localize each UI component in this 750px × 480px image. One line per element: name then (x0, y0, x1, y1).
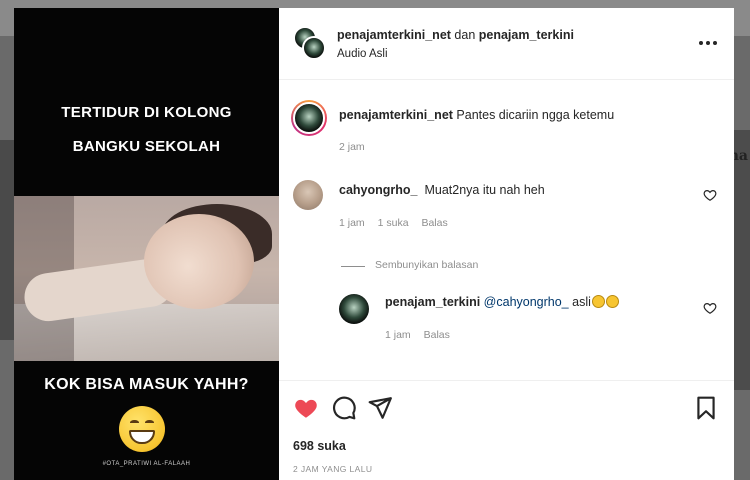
coauthor-link[interactable]: penajam_terkini (479, 28, 574, 42)
caption-username[interactable]: penajamterkini_net (339, 108, 453, 122)
reply-meta: 1 jam Balas (385, 329, 460, 341)
reply-avatar[interactable] (339, 294, 369, 324)
caption-time[interactable]: 2 jam (339, 141, 365, 153)
action-bar: 698 suka 2 JAM YANG LALU (279, 380, 734, 480)
comment-username[interactable]: cahyongrho_ (339, 183, 418, 197)
comment-bubble-icon[interactable] (331, 395, 357, 421)
comment-reply-button[interactable]: Balas (421, 217, 447, 229)
comment-like-heart-icon[interactable] (703, 188, 717, 202)
audio-link[interactable]: Audio Asli (337, 48, 388, 60)
more-options-button[interactable] (696, 36, 720, 50)
media-watermark: #OTA_PRATIWI AL-FALAAH (102, 461, 191, 467)
collab-avatars[interactable] (293, 26, 327, 60)
meme-bottom-text: KOK BISA MASUK YAHH? (44, 376, 249, 393)
comment-avatar[interactable] (293, 180, 323, 210)
dot-icon (713, 41, 717, 45)
bookmark-icon[interactable] (693, 395, 719, 421)
comment-likes[interactable]: 1 suka (378, 217, 409, 229)
author-link[interactable]: penajamterkini_net (337, 28, 451, 42)
comment-text: Muat2nya itu nah heh (424, 183, 545, 197)
dot-icon (699, 41, 703, 45)
grinning-emoji-icon (605, 295, 619, 308)
background-right-content (734, 130, 750, 390)
meme-top-text-1: TERTIDUR DI KOLONG (61, 104, 232, 121)
meme-top-text-2: BANGKU SEKOLAH (72, 138, 221, 155)
comment-meta: 1 jam 1 suka Balas (339, 217, 458, 229)
caption-row: penajamterkini_net Pantes dicariin ngga … (339, 108, 614, 122)
reply-row: penajam_terkini @cahyongrho_ asli (385, 295, 619, 309)
share-send-icon[interactable] (367, 395, 393, 421)
like-count[interactable]: 698 suka (293, 439, 346, 453)
reply-like-heart-icon[interactable] (703, 301, 717, 315)
reply-mention[interactable]: @cahyongrho_ (484, 295, 569, 309)
post-time-ago[interactable]: 2 JAM YANG LALU (293, 464, 372, 474)
hide-replies-button[interactable]: Sembunyikan balasan (375, 259, 478, 271)
coauthor-avatar[interactable] (302, 36, 326, 60)
caption-text: Pantes dicariin ngga ketemu (456, 108, 615, 122)
dot-icon (706, 41, 710, 45)
reply-time[interactable]: 1 jam (385, 329, 411, 341)
caption-avatar[interactable] (291, 100, 327, 136)
post-details-panel: penajamterkini_net dan penajam_terkini A… (279, 8, 734, 480)
like-heart-icon[interactable] (293, 395, 319, 421)
replies-divider (341, 266, 365, 267)
caption-meta: 2 jam (339, 141, 375, 153)
comment-time[interactable]: 1 jam (339, 217, 365, 229)
comment-row: cahyongrho_ Muat2nya itu nah heh (339, 183, 545, 197)
reply-reply-button[interactable]: Balas (424, 329, 450, 341)
post-header: penajamterkini_net dan penajam_terkini A… (279, 8, 734, 80)
header-connector: dan (450, 28, 479, 42)
post-modal: TERTIDUR DI KOLONG BANGKU SEKOLAH KOK BI… (14, 8, 734, 480)
grinning-emoji-icon (119, 406, 165, 452)
sleeping-child-photo (14, 196, 279, 361)
grinning-emoji-icon (591, 295, 605, 308)
post-media[interactable]: TERTIDUR DI KOLONG BANGKU SEKOLAH KOK BI… (14, 8, 279, 480)
header-names: penajamterkini_net dan penajam_terkini (337, 28, 574, 42)
reply-username[interactable]: penajam_terkini (385, 295, 480, 309)
reply-text: asli (572, 295, 591, 309)
